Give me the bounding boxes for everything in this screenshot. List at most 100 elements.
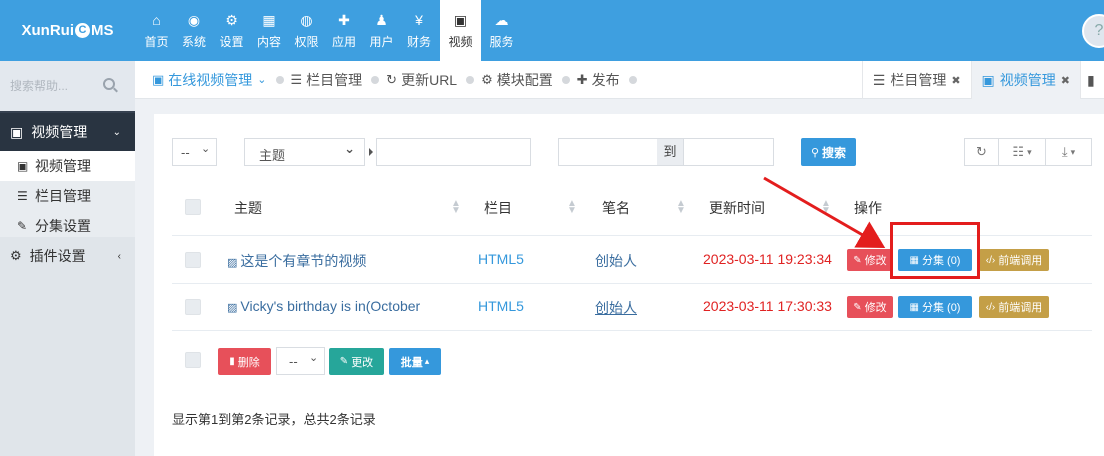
sidebar-filler <box>0 275 135 456</box>
frontend-call-button[interactable]: ‹/› 前端调用 <box>979 296 1049 318</box>
video-users-icon: ▣ <box>152 71 165 87</box>
row-title-text: 这是个有章节的视频 <box>240 253 367 269</box>
logo-text-right: MS <box>91 22 114 39</box>
chevron-down-icon: ⌄ <box>112 126 121 138</box>
nav-label: 视频 <box>448 34 473 49</box>
video-icon: ▣ <box>17 159 29 173</box>
search-icon: ⚲ <box>810 146 820 159</box>
col-header-category[interactable]: 栏目 <box>484 198 512 218</box>
change-button[interactable]: ✎ 更改 <box>329 348 384 375</box>
row-author[interactable]: 创始人 <box>595 298 637 318</box>
sort-icon[interactable]: ▲ ▼ <box>821 199 831 216</box>
columns-button[interactable]: ☷ ▾ <box>998 138 1046 166</box>
code-icon: ‹/› <box>985 254 996 266</box>
frontend-label: 前端调用 <box>998 255 1043 267</box>
breadcrumb-label: 栏目管理 <box>306 71 363 88</box>
row-title-link[interactable]: ▨ Vicky's birthday is in(October <box>227 298 420 314</box>
row-checkbox[interactable] <box>185 252 201 268</box>
sidebar-search-placeholder: 搜索帮助... <box>10 79 69 93</box>
caret-down-icon: ▾ <box>1070 146 1076 157</box>
list-icon: ☰ <box>17 189 28 203</box>
sort-icon[interactable]: ▲ ▼ <box>676 199 686 216</box>
sidebar: 搜索帮助... ▣ 视频管理 ⌄ ▣ 视频管理 ☰ 栏目管理 ✎ 分集设置 ⚙ 插件设… <box>0 61 135 456</box>
nav-service[interactable]: ☁ 服务 <box>483 0 520 61</box>
user-circle-icon: ◍ <box>300 11 313 28</box>
breadcrumb-dot <box>275 75 284 84</box>
col-header-author[interactable]: 笔名 <box>602 198 630 218</box>
breadcrumb-label: 更新URL <box>401 71 458 88</box>
row-author[interactable]: 创始人 <box>595 251 637 271</box>
pagination-summary: 显示第1到第2条记录，总共2条记录 <box>172 412 376 427</box>
bulk-select-checkbox[interactable] <box>185 352 201 368</box>
frontend-call-button[interactable]: ‹/› 前端调用 <box>979 249 1049 271</box>
search-button[interactable]: ⚲ 搜索 <box>801 138 856 166</box>
breadcrumb-video-manage[interactable]: ▣ 在线视频管理 ⌄ <box>152 70 267 90</box>
video-icon: ▣ <box>10 123 24 140</box>
select-all-checkbox[interactable] <box>185 199 201 215</box>
tab-video-manage[interactable]: ▣ 视频管理 ✖ <box>970 61 1080 99</box>
keyword-input[interactable] <box>376 138 531 166</box>
edit-button[interactable]: ✎ 修改 <box>847 296 893 318</box>
row-title-link[interactable]: ▨ 这是个有章节的视频 <box>227 251 366 271</box>
content-panel: -- 主题 到 ⚲搜索 ↻ ☷▾ ⤓▾ 主题 ▲▼ 栏目 ▲▼ 笔名 ▲▼ 更新… <box>154 114 1104 456</box>
avatar[interactable]: ? <box>1082 14 1104 48</box>
row-category[interactable]: HTML5 <box>478 298 524 314</box>
date-start-input[interactable] <box>558 138 658 166</box>
export-button[interactable]: ⤓ ▾ <box>1045 138 1092 166</box>
nav-permission[interactable]: ◍ 权限 <box>288 0 325 61</box>
date-end-input[interactable] <box>683 138 774 166</box>
breadcrumb: ▣ 在线视频管理 ⌄ ☰ 栏目管理 ↻ 更新URL ⚙ 模块配置 ✚ 发布 ☰ 栏目管理 ✖ ▣… <box>135 61 1104 99</box>
nav-finance[interactable]: ¥ 财务 <box>401 0 438 61</box>
logo[interactable]: XunRui C MS <box>0 0 135 61</box>
episodes-button[interactable]: ▦ 分集 (0) <box>898 296 972 318</box>
nav-settings[interactable]: ⚙ 设置 <box>213 0 250 61</box>
batch-label: 批量 <box>400 356 423 369</box>
col-header-title[interactable]: 主题 <box>234 198 262 218</box>
row-checkbox[interactable] <box>185 299 201 315</box>
filter-field-select[interactable]: 主题 <box>244 138 365 166</box>
nav-label: 应用 <box>331 34 356 49</box>
gear-icon: ⚙ <box>481 71 493 87</box>
puzzle-icon: ✚ <box>338 11 350 28</box>
batch-button[interactable]: 批量 ▴ <box>389 348 441 375</box>
delete-button[interactable]: ▮ 删除 <box>218 348 271 375</box>
nav-users[interactable]: ♟ 用户 <box>363 0 400 61</box>
nav-home[interactable]: ⌂ 首页 <box>138 0 175 61</box>
search-icon[interactable] <box>103 78 115 90</box>
col-header-updated[interactable]: 更新时间 <box>709 198 765 218</box>
image-icon: ▨ <box>227 257 238 269</box>
sidebar-search[interactable]: 搜索帮助... <box>0 61 135 111</box>
breadcrumb-publish[interactable]: ✚ 发布 <box>577 70 620 90</box>
sort-icon[interactable]: ▲ ▼ <box>567 199 577 216</box>
tab-category-manage[interactable]: ☰ 栏目管理 ✖ <box>861 61 971 99</box>
tab-trash[interactable]: ▮ <box>1080 61 1104 99</box>
nav-apps[interactable]: ✚ 应用 <box>326 0 363 61</box>
filter-select-value: -- <box>181 145 190 160</box>
row-category[interactable]: HTML5 <box>478 251 524 267</box>
close-icon[interactable]: ✖ <box>1061 74 1070 87</box>
breadcrumb-update-url[interactable]: ↻ 更新URL <box>386 70 457 90</box>
filter-select-small[interactable]: -- <box>172 138 217 166</box>
sidebar-item-video-manage[interactable]: ▣ 视频管理 <box>0 151 135 181</box>
yen-icon: ¥ <box>415 11 423 28</box>
sidebar-item-category-manage[interactable]: ☰ 栏目管理 <box>0 181 135 211</box>
close-icon[interactable]: ✖ <box>951 74 960 87</box>
bulk-category-select[interactable]: -- <box>276 347 325 375</box>
breadcrumb-category[interactable]: ☰ 栏目管理 <box>291 70 363 90</box>
tab-label: 栏目管理 <box>890 72 947 88</box>
nav-system[interactable]: ◉ 系统 <box>176 0 213 61</box>
sidebar-section-plugin[interactable]: ⚙ 插件设置 ‹ <box>0 237 135 275</box>
nav-label: 内容 <box>256 34 281 49</box>
edit-icon: ✎ <box>853 301 862 313</box>
sidebar-section-video[interactable]: ▣ 视频管理 ⌄ <box>0 113 135 151</box>
edit-button[interactable]: ✎ 修改 <box>847 249 893 271</box>
caret-right-icon <box>369 148 373 156</box>
nav-video[interactable]: ▣ 视频 <box>440 0 481 61</box>
sort-icon[interactable]: ▲ ▼ <box>451 199 461 216</box>
col-header-actions: 操作 <box>854 200 882 216</box>
nav-label: 设置 <box>219 34 244 49</box>
nav-content[interactable]: ▦ 内容 <box>251 0 288 61</box>
breadcrumb-module-config[interactable]: ⚙ 模块配置 <box>481 70 553 90</box>
refresh-button[interactable]: ↻ <box>964 138 999 166</box>
edit-label: 修改 <box>864 302 887 314</box>
